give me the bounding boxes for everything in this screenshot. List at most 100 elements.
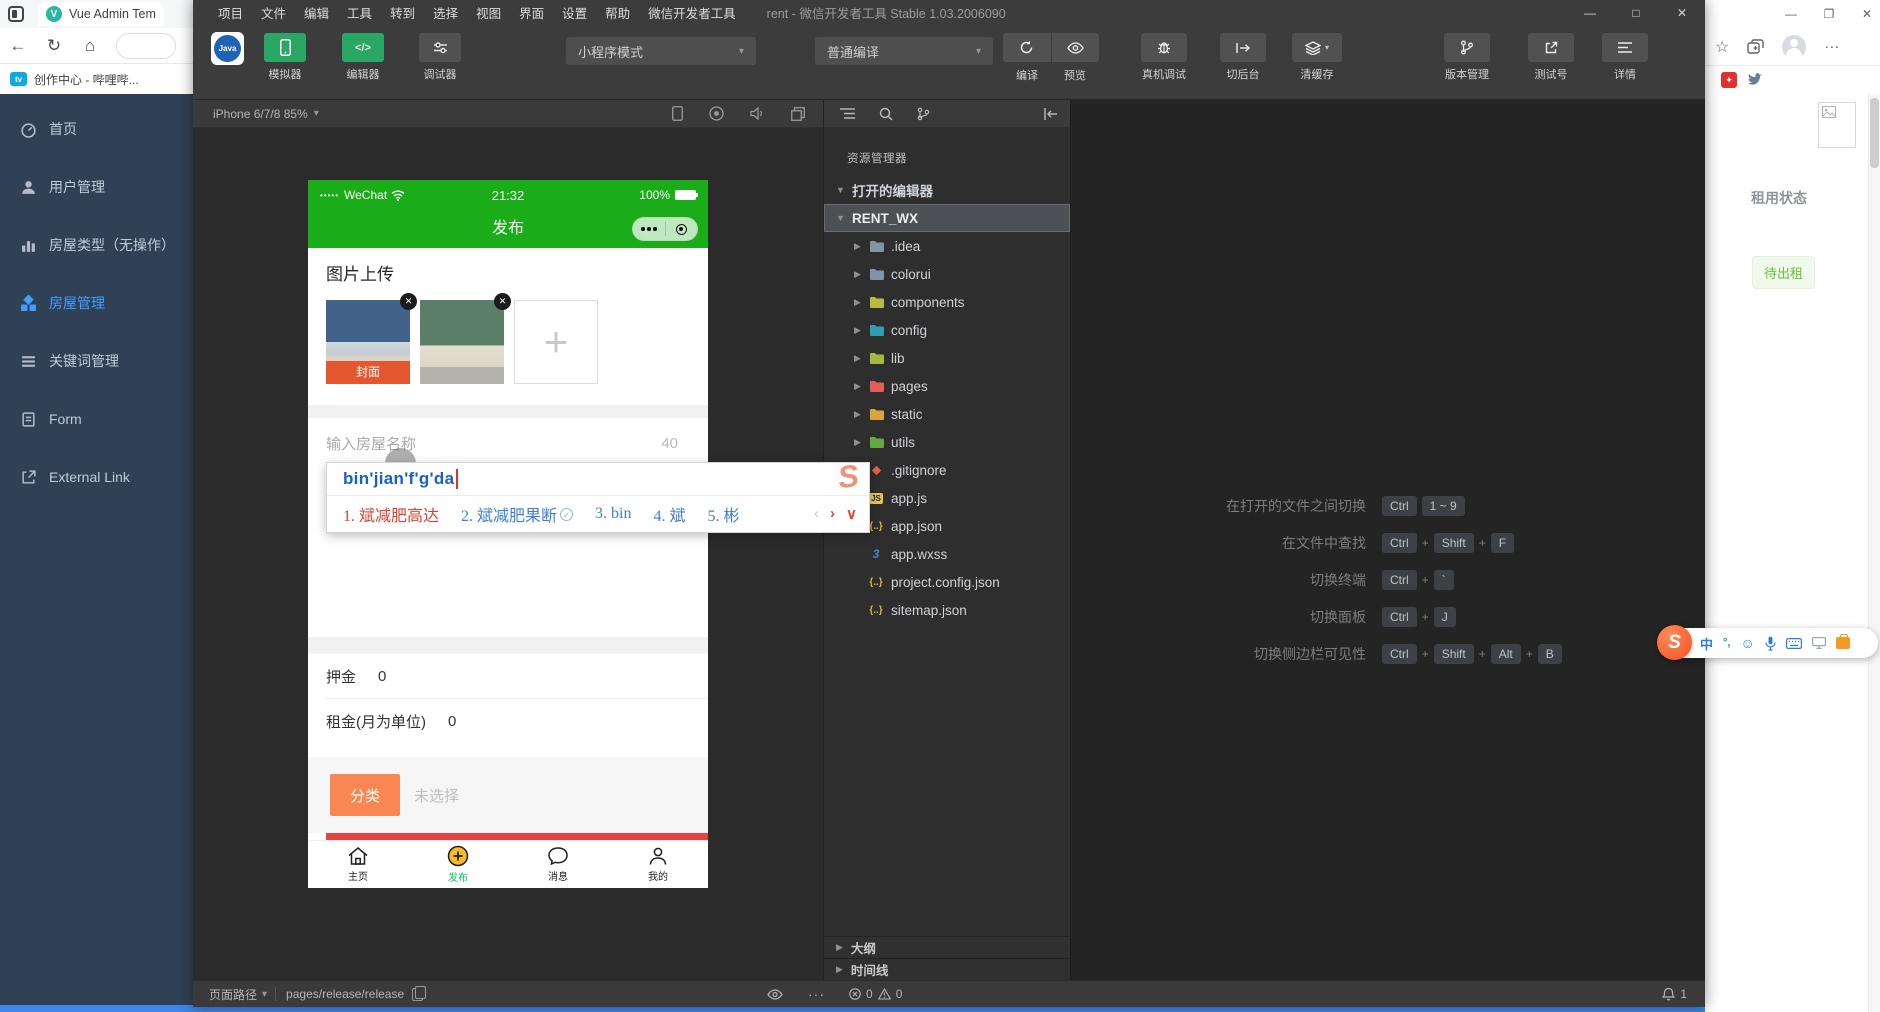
candidates-prev-icon[interactable]: ‹ xyxy=(814,505,819,523)
bookmark-title[interactable]: 创作中心 - 哔哩哔... xyxy=(34,71,139,88)
house-name-input[interactable]: 输入房屋名称 40 xyxy=(326,425,690,461)
collections-icon[interactable] xyxy=(1747,39,1764,54)
more-icon[interactable]: ··· xyxy=(808,986,825,1002)
search-icon[interactable] xyxy=(879,107,893,121)
screen-icon[interactable] xyxy=(1812,637,1826,649)
tree-section-open-editors[interactable]: 打开的编辑器 xyxy=(824,176,1070,204)
collapse-panel-icon[interactable] xyxy=(1044,108,1058,120)
editor-toggle-button[interactable]: </> 编辑器 xyxy=(337,33,389,82)
tree-folder-lib[interactable]: lib xyxy=(824,344,1070,372)
category-button[interactable]: 分类 xyxy=(330,774,400,816)
more-icon[interactable] xyxy=(633,227,665,231)
compile-button[interactable] xyxy=(1003,33,1051,62)
sidebar-item-house-types[interactable]: 房屋类型（无操作） xyxy=(0,216,193,274)
tree-folder-utils[interactable]: utils xyxy=(824,428,1070,456)
browser-tab-vue-admin[interactable]: V Vue Admin Tem xyxy=(38,2,164,26)
version-control-button[interactable]: 版本管理 xyxy=(1437,33,1497,82)
device-select[interactable]: iPhone 6/7/8 85% xyxy=(213,107,308,121)
restore-icon[interactable]: ❐ xyxy=(1822,7,1836,21)
tree-folder-idea[interactable]: .idea xyxy=(824,232,1070,260)
remove-image-button[interactable] xyxy=(494,293,511,310)
tab-profile[interactable]: 我的 xyxy=(608,841,708,888)
simulator-toggle-button[interactable]: 模拟器 xyxy=(259,33,311,82)
minimize-icon[interactable]: — xyxy=(1583,6,1597,20)
profile-avatar[interactable] xyxy=(1782,35,1806,59)
bird-favicon[interactable] xyxy=(1747,73,1763,87)
multi-window-icon[interactable] xyxy=(791,107,805,121)
mode-select[interactable]: 小程序模式 xyxy=(566,37,756,65)
tree-folder-config[interactable]: config xyxy=(824,316,1070,344)
more-menu-icon[interactable]: ··· xyxy=(1824,38,1839,55)
menu-goto[interactable]: 转到 xyxy=(381,3,424,22)
back-icon[interactable]: ← xyxy=(0,36,36,56)
tree-file-app-wxss[interactable]: 3 app.wxss xyxy=(824,540,1070,568)
maximize-icon[interactable]: □ xyxy=(1629,6,1643,20)
candidate-2[interactable]: 2. 斌减肥果断 xyxy=(461,502,557,526)
menu-view[interactable]: 视图 xyxy=(467,3,510,22)
eye-icon[interactable] xyxy=(767,989,783,1000)
device-icon[interactable] xyxy=(672,106,683,121)
keyboard-icon[interactable] xyxy=(1786,638,1802,649)
menu-file[interactable]: 文件 xyxy=(252,3,295,22)
outline-section[interactable]: 大纲 xyxy=(824,936,1070,958)
sidebar-item-form[interactable]: Form xyxy=(0,390,193,448)
timeline-section[interactable]: 时间线 xyxy=(824,958,1070,980)
sidebar-item-home[interactable]: 首页 xyxy=(0,100,193,158)
candidate-3[interactable]: 3. bin xyxy=(595,505,631,523)
project-avatar[interactable]: Java xyxy=(211,32,244,65)
tree-folder-colorui[interactable]: colorui xyxy=(824,260,1070,288)
remove-image-button[interactable] xyxy=(400,293,417,310)
home-icon[interactable]: ⌂ xyxy=(72,36,108,56)
problems-indicator[interactable]: 0 0 xyxy=(849,987,902,1001)
menu-devtools[interactable]: 微信开发者工具 xyxy=(639,3,745,22)
add-image-button[interactable]: + xyxy=(514,300,598,384)
house-photo-1[interactable]: 封面 xyxy=(326,300,410,384)
copy-icon[interactable] xyxy=(412,988,423,1001)
tree-root-rent-wx[interactable]: RENT_WX xyxy=(824,204,1070,232)
exit-miniprogram-icon[interactable] xyxy=(666,224,698,235)
sidebar-item-users[interactable]: 用户管理 xyxy=(0,158,193,216)
menu-interface[interactable]: 界面 xyxy=(510,3,553,22)
sound-icon[interactable] xyxy=(750,107,765,120)
minimize-icon[interactable]: — xyxy=(1784,7,1798,21)
favorites-star-icon[interactable]: ☆ xyxy=(1715,37,1729,57)
menu-settings[interactable]: 设置 xyxy=(553,3,596,22)
scrollbar[interactable] xyxy=(1868,94,1880,1012)
deposit-row[interactable]: 押金 0 xyxy=(326,654,708,699)
tab-messages[interactable]: 消息 xyxy=(508,841,608,888)
sogou-logo-icon[interactable]: S xyxy=(1657,625,1692,660)
candidate-1[interactable]: 1. 斌减肥高达 xyxy=(343,502,439,526)
switch-background-button[interactable]: 切后台 xyxy=(1215,33,1271,82)
close-icon[interactable]: ✕ xyxy=(1675,6,1689,20)
candidate-4[interactable]: 4. 斌 xyxy=(653,502,685,526)
menu-select[interactable]: 选择 xyxy=(424,3,467,22)
red-site-favicon[interactable]: ✦ xyxy=(1721,72,1737,88)
page-path-label[interactable]: 页面路径 xyxy=(209,986,257,1003)
mic-icon[interactable] xyxy=(1765,636,1776,651)
rent-row[interactable]: 租金(月为单位) 0 xyxy=(326,699,708,744)
clear-cache-button[interactable]: ▾ 清缓存 xyxy=(1287,33,1347,82)
tab-publish[interactable]: 发布 xyxy=(408,841,508,888)
candidates-expand-icon[interactable]: ∨ xyxy=(846,505,857,523)
file-list-icon[interactable] xyxy=(840,107,855,120)
candidate-5[interactable]: 5. 彬 xyxy=(708,502,740,526)
tree-folder-components[interactable]: components xyxy=(824,288,1070,316)
details-button[interactable]: 详情 xyxy=(1599,33,1651,82)
git-icon[interactable] xyxy=(917,107,930,121)
scrollbar-thumb[interactable] xyxy=(1870,98,1879,168)
tree-folder-static[interactable]: static xyxy=(824,400,1070,428)
refresh-icon[interactable]: ↻ xyxy=(36,36,72,56)
ime-language-toggle[interactable]: 中 xyxy=(1700,634,1713,653)
tree-folder-pages[interactable]: pages xyxy=(824,372,1070,400)
menu-edit[interactable]: 编辑 xyxy=(295,3,338,22)
preview-button[interactable] xyxy=(1051,33,1100,62)
candidates-next-icon[interactable]: › xyxy=(830,505,835,523)
menu-tools[interactable]: 工具 xyxy=(338,3,381,22)
tree-file-project-config[interactable]: {..} project.config.json xyxy=(824,568,1070,596)
tree-file-sitemap[interactable]: {..} sitemap.json xyxy=(824,596,1070,624)
menu-project[interactable]: 项目 xyxy=(209,3,252,22)
house-photo-2[interactable] xyxy=(420,300,504,384)
address-bar[interactable] xyxy=(116,33,176,59)
tab-home[interactable]: 主页 xyxy=(308,841,408,888)
menu-help[interactable]: 帮助 xyxy=(596,3,639,22)
